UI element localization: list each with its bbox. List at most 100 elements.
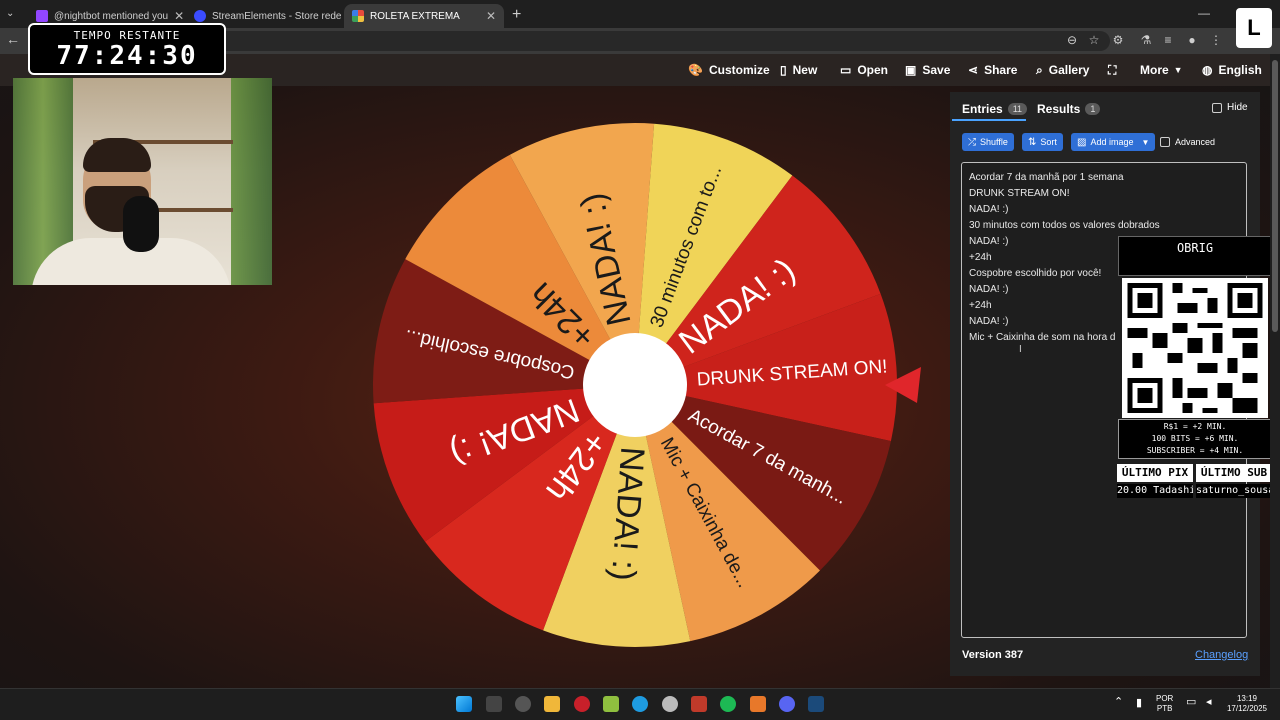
volume-icon[interactable]: ◂: [1206, 697, 1212, 708]
fullscreen-icon: ⛶: [1108, 62, 1117, 77]
search-icon: ⌕: [1036, 62, 1043, 77]
input-language[interactable]: POR PTB: [1156, 694, 1173, 714]
changelog-link[interactable]: Changelog: [1195, 649, 1248, 661]
entry-line: NADA! :): [969, 204, 1009, 215]
browser-menu-icon[interactable]: ⋮: [1208, 33, 1224, 47]
spotify-icon[interactable]: [720, 696, 736, 712]
qr-code: [1122, 278, 1268, 418]
sort-label: Sort: [1040, 137, 1057, 147]
scrollbar-thumb[interactable]: [1272, 60, 1278, 332]
language-code: POR: [1156, 694, 1174, 703]
bookmark-star-icon[interactable]: ☆: [1086, 33, 1102, 47]
discord-icon[interactable]: [779, 696, 795, 712]
checkbox-icon: [1212, 102, 1222, 113]
site-info-icon[interactable]: ⊖: [1064, 33, 1080, 47]
steam-icon[interactable]: [808, 696, 824, 712]
hide-checkbox[interactable]: Hide: [1212, 102, 1248, 113]
app-icon[interactable]: [691, 696, 707, 712]
sort-icon: ⇅: [1028, 136, 1037, 148]
donation-rate: R$1 = +2 MIN.: [1163, 422, 1227, 431]
entry-line: NADA! :): [969, 316, 1009, 327]
customize-button[interactable]: 🎨 Customize: [688, 62, 770, 78]
channel-logo: L: [1236, 8, 1272, 48]
advanced-label: Advanced: [1175, 137, 1216, 147]
obs-icon[interactable]: [574, 696, 590, 712]
entry-line: Cospobre escolhido por você!: [969, 268, 1102, 279]
webcam-overlay: [13, 78, 272, 285]
share-icon: ⋖: [968, 63, 979, 77]
app-icon[interactable]: [750, 696, 766, 712]
extension-icon[interactable]: ⚗: [1138, 33, 1154, 47]
clock-time: 13:19: [1236, 694, 1258, 703]
language-label: English: [1218, 63, 1262, 77]
tab-results[interactable]: Results 1: [1037, 102, 1101, 116]
twitch-icon: [36, 10, 48, 22]
last-pix-value: 20.00 Tadashi: [1117, 484, 1193, 498]
gallery-button[interactable]: ⌕ Gallery: [1036, 62, 1089, 78]
entries-tab-label: Entries: [962, 102, 1003, 116]
globe-icon: ◍: [1202, 63, 1213, 77]
tab-search-icon[interactable]: ≡: [1160, 33, 1176, 47]
add-image-button[interactable]: ▨ Add image ▼: [1071, 133, 1156, 151]
entry-line: Acordar 7 da manhã por 1 semana: [969, 172, 1124, 183]
wheel-favicon-icon: [352, 10, 364, 22]
entry-line: +24h: [969, 300, 992, 311]
app-icon[interactable]: [603, 696, 619, 712]
extension-icon[interactable]: ⚙: [1110, 33, 1126, 47]
save-button[interactable]: ▣ Save: [905, 62, 950, 78]
tray-app-icon[interactable]: ▮: [1136, 698, 1142, 709]
tab-list-chevron-icon[interactable]: ⌄: [6, 8, 14, 19]
open-button[interactable]: ▭ Open: [840, 62, 888, 78]
entry-line: 30 minutos com todos os valores dobrados: [969, 220, 1160, 231]
results-tab-label: Results: [1037, 102, 1081, 116]
windows-start-icon[interactable]: [456, 696, 472, 712]
shuffle-button[interactable]: ⤮ Shuffle: [962, 133, 1014, 151]
last-sub-value: saturno_sousa: [1196, 484, 1272, 498]
tab-entries[interactable]: Entries 11: [962, 102, 1028, 116]
app-icon[interactable]: [662, 696, 678, 712]
close-tab-icon[interactable]: ✕: [168, 9, 184, 23]
new-tab-plus-icon[interactable]: +: [512, 6, 521, 24]
streamelements-icon: [194, 10, 206, 22]
terminal-icon[interactable]: [486, 696, 502, 712]
language-button[interactable]: ◍ English: [1202, 62, 1262, 78]
entries-count-badge: 11: [1007, 103, 1028, 115]
edge-browser-icon[interactable]: [632, 696, 648, 712]
last-pix-label: ÚLTIMO PIX: [1117, 464, 1193, 482]
shuffle-label: Shuffle: [980, 137, 1008, 147]
tray-chevron-up-icon[interactable]: ⌃: [1114, 697, 1123, 708]
donation-rate: 100 BITS = +6 MIN.: [1151, 434, 1239, 443]
file-icon: ▯: [780, 63, 787, 77]
entry-line: DRUNK STREAM ON!: [969, 188, 1070, 199]
clock[interactable]: 13:19 17/12/2025: [1222, 694, 1272, 714]
settings-icon[interactable]: [515, 696, 531, 712]
close-tab-icon[interactable]: ✕: [480, 9, 496, 23]
more-menu-button[interactable]: More ▼: [1140, 62, 1183, 78]
advanced-checkbox[interactable]: Advanced: [1160, 137, 1215, 147]
spin-wheel[interactable]: DRUNK STREAM ON!Acordar 7 da manh...Mic …: [365, 115, 925, 655]
text-cursor-icon: Ι: [1019, 344, 1022, 355]
new-button[interactable]: ▯ New: [780, 62, 817, 78]
fullscreen-button[interactable]: ⛶: [1108, 62, 1122, 78]
file-explorer-icon[interactable]: [544, 696, 560, 712]
minimize-window-icon[interactable]: —: [1198, 6, 1210, 20]
sort-button[interactable]: ⇅ Sort: [1022, 133, 1063, 151]
customize-label: Customize: [708, 63, 770, 77]
back-arrow-icon[interactable]: ←: [6, 31, 20, 47]
profile-avatar[interactable]: ●: [1184, 33, 1200, 47]
share-button[interactable]: ⋖ Share: [968, 62, 1017, 78]
hide-label: Hide: [1227, 102, 1248, 113]
open-label: Open: [857, 63, 889, 77]
timer-value: 77:24:30: [56, 41, 198, 71]
wheel-center-button[interactable]: [583, 333, 687, 437]
chevron-down-icon: ▼: [1141, 137, 1150, 147]
entry-line: NADA! :): [969, 236, 1009, 247]
network-icon[interactable]: ▭: [1186, 697, 1196, 708]
donation-rate: SUBSCRIBER = +4 MIN.: [1146, 446, 1244, 455]
entry-line: Mic + Caixinha de som na hora d: [969, 332, 1116, 343]
tab-title: ROLETA EXTREMA: [370, 10, 460, 22]
tab-title: @nightbot mentioned you: [54, 10, 169, 22]
results-count-badge: 1: [1085, 103, 1101, 115]
tab-roleta-extrema[interactable]: ROLETA EXTREMA ✕: [344, 4, 504, 28]
shuffle-icon: ⤮: [968, 136, 976, 148]
